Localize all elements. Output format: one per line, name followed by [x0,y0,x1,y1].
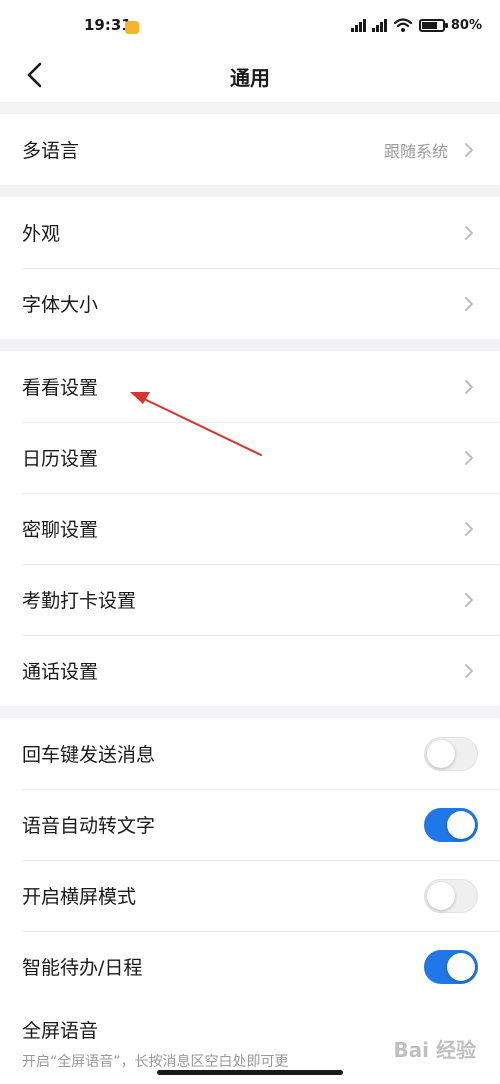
settings-group-toggles: 回车键发送消息 语音自动转文字 开启横屏模式 智能待办/日程 全屏语音 开启“全… [0,718,500,1084]
row-label: 外观 [22,223,61,245]
status-indicators: 80% [350,16,482,34]
chevron-right-icon [465,663,473,678]
battery-fill [421,21,437,29]
smart-todo-toggle[interactable] [424,949,478,984]
settings-group-language: 多语言 跟随系统 [0,114,500,185]
toggle-knob [447,952,475,981]
row-label: 多语言 [22,140,80,162]
enter-send-toggle[interactable] [424,736,478,771]
row-label: 字体大小 [22,294,99,316]
settings-row-appearance[interactable]: 外观 [0,197,500,268]
section-gap [0,102,500,114]
row-label: 考勤打卡设置 [22,590,137,612]
settings-row-enter-send: 回车键发送消息 [0,718,500,789]
settings-row-voice-to-text: 语音自动转文字 [0,789,500,860]
row-value: 跟随系统 [383,141,448,161]
home-indicator[interactable] [157,1070,343,1075]
row-label: 密聊设置 [22,519,99,541]
row-label: 日历设置 [22,448,99,470]
page-title: 通用 [230,66,270,90]
section-gap [0,339,500,351]
row-label: 语音自动转文字 [22,815,156,837]
status-bar: 19:31 80% [0,0,500,50]
battery-icon [418,18,448,32]
chevron-right-icon [465,521,473,536]
message-notification-icon [125,21,139,34]
settings-row-language[interactable]: 多语言 跟随系统 [0,114,500,185]
settings-row-calendar[interactable]: 日历设置 [0,422,500,493]
wifi-icon [393,18,412,32]
watermark: Bai 经验 [393,1038,476,1062]
settings-row-attendance[interactable]: 考勤打卡设置 [0,564,500,635]
row-label: 看看设置 [22,377,99,399]
settings-row-secret-chat[interactable]: 密聊设置 [0,493,500,564]
toggle-knob [427,739,455,768]
signal-icon [350,18,366,32]
voice-to-text-toggle[interactable] [424,807,478,842]
section-gap [0,185,500,197]
settings-row-landscape: 开启横屏模式 [0,860,500,931]
section-gap [0,706,500,718]
settings-group-features: 看看设置 日历设置 密聊设置 考勤打卡设置 通话设置 [0,351,500,706]
chevron-right-icon [465,142,473,157]
row-label: 开启横屏模式 [22,886,137,908]
row-label: 回车键发送消息 [22,744,156,766]
chevron-right-icon [465,450,473,465]
nav-bar: 通用 [0,50,500,102]
signal-icon-2 [371,18,387,32]
settings-row-call[interactable]: 通话设置 [0,635,500,706]
battery-percentage: 80% [450,17,482,33]
row-label: 智能待办/日程 [22,957,143,979]
chevron-right-icon [465,225,473,240]
settings-row-smart-todo: 智能待办/日程 [0,931,500,1002]
chevron-right-icon [465,592,473,607]
chevron-right-icon [465,296,473,311]
settings-row-kankan[interactable]: 看看设置 [0,351,500,422]
settings-group-display: 外观 字体大小 [0,197,500,339]
chevron-right-icon [465,379,473,394]
row-label: 通话设置 [22,661,99,683]
toggle-knob [427,881,455,910]
landscape-toggle[interactable] [424,878,478,913]
toggle-knob [447,810,475,839]
settings-row-font-size[interactable]: 字体大小 [0,268,500,339]
